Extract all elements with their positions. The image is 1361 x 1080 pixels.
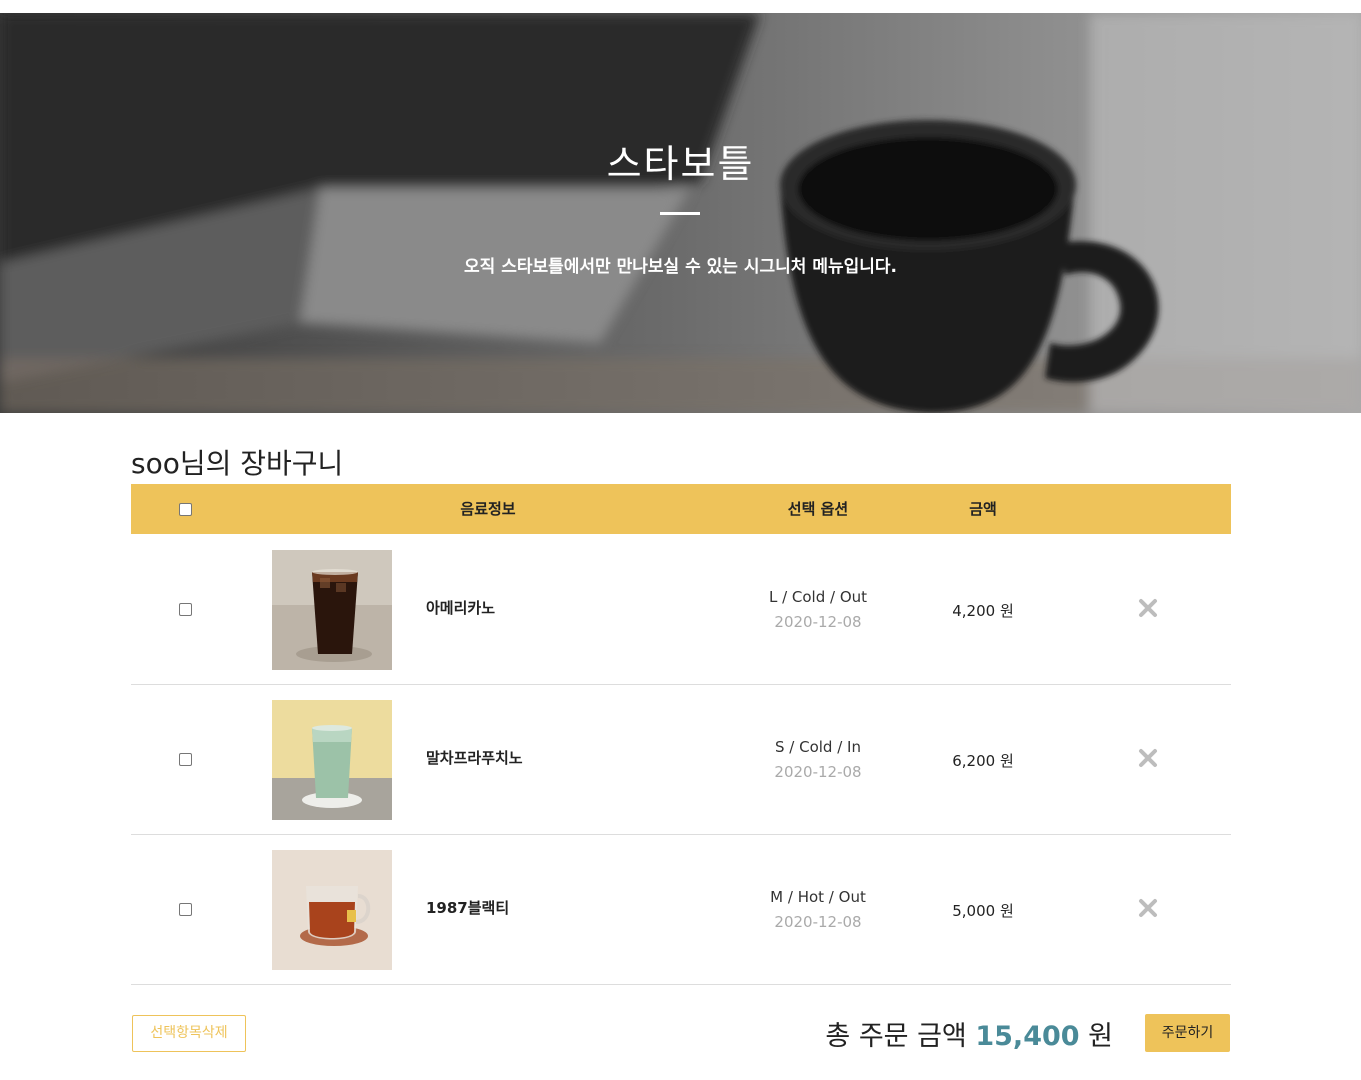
total-value: 15,400 xyxy=(975,1021,1080,1052)
remove-item-icon[interactable] xyxy=(1138,598,1158,618)
remove-item-icon[interactable] xyxy=(1138,898,1158,918)
cart-row: 말차프라푸치노 S / Cold / In 2020-12-08 6,200 원 xyxy=(131,685,1231,835)
order-button[interactable]: 주문하기 xyxy=(1145,1014,1230,1052)
row-checkbox[interactable] xyxy=(179,603,192,616)
product-price: 4,200 원 xyxy=(952,602,1014,620)
cart-row: 1987블랙티 M / Hot / Out 2020-12-08 5,000 원 xyxy=(131,835,1231,985)
product-name: 1987블랙티 xyxy=(426,899,510,917)
hero-title: 스타보틀 xyxy=(606,142,755,186)
row-checkbox[interactable] xyxy=(179,753,192,766)
row-checkbox[interactable] xyxy=(179,903,192,916)
header-price: 금액 xyxy=(969,500,997,518)
header-drink-info: 음료정보 xyxy=(460,500,516,518)
product-price: 6,200 원 xyxy=(952,752,1014,770)
cart-title: soo님의 장바구니 xyxy=(131,447,344,480)
cart-row: 아메리카노 L / Cold / Out 2020-12-08 4,200 원 xyxy=(131,535,1231,685)
remove-item-icon[interactable] xyxy=(1138,748,1158,768)
product-image-matcha-frappuccino xyxy=(272,700,392,820)
total-label: 총 주문 금액 xyxy=(825,1021,967,1052)
hero-subtitle: 오직 스타보틀에서만 만나보실 수 있는 시그니처 메뉴입니다. xyxy=(464,257,897,277)
product-name: 아메리카노 xyxy=(426,599,496,617)
hero-banner: 스타보틀 오직 스타보틀에서만 만나보실 수 있는 시그니처 메뉴입니다. xyxy=(0,13,1361,413)
delete-selected-button[interactable]: 선택항목삭제 xyxy=(132,1015,246,1052)
product-name: 말차프라푸치노 xyxy=(426,749,523,767)
total-unit: 원 xyxy=(1088,1021,1113,1052)
cart-table-header: 음료정보 선택 옵션 금액 xyxy=(131,484,1231,534)
order-total: 총 주문 금액 15,400 원 xyxy=(825,1014,1113,1053)
product-price: 5,000 원 xyxy=(952,902,1014,920)
product-image-1987-black-tea xyxy=(272,850,392,970)
select-all-checkbox[interactable] xyxy=(179,503,192,516)
product-image-americano xyxy=(272,550,392,670)
hero-divider xyxy=(660,212,700,215)
